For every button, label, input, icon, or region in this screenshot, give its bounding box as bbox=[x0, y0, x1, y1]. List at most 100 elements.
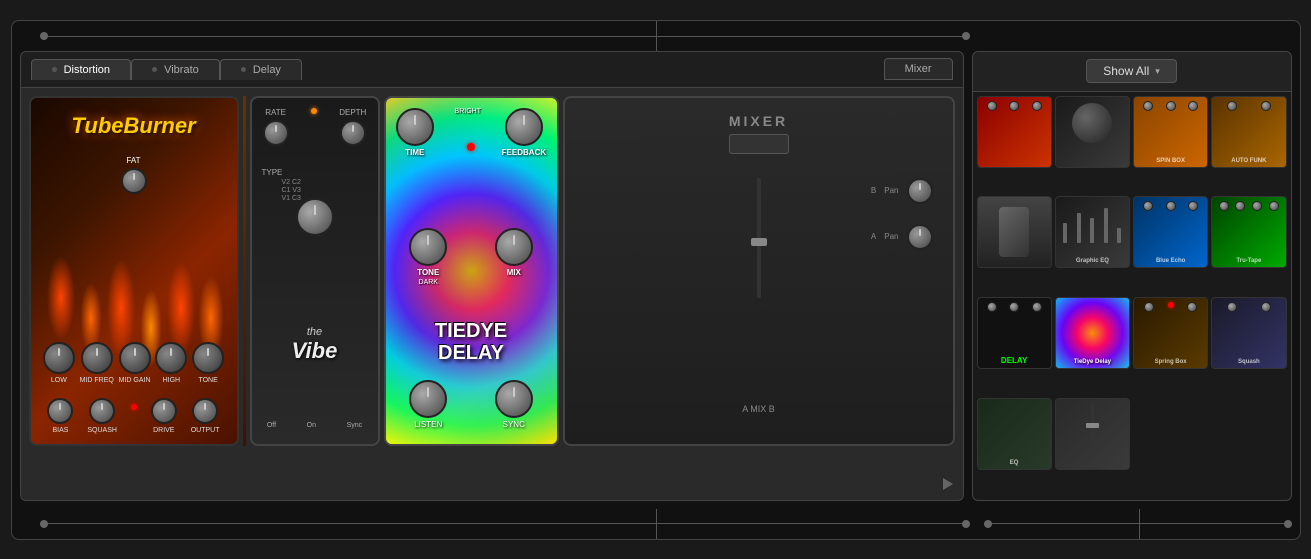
mini-pedals-grid: SPIN BOX AUTO FUNK bbox=[973, 92, 1291, 500]
mini-pedal-autofunk[interactable]: AUTO FUNK bbox=[1211, 96, 1286, 168]
mini-knobs-spinbox bbox=[1134, 97, 1207, 115]
knob-low[interactable] bbox=[43, 342, 75, 374]
mini-pedal-eq2[interactable]: EQ bbox=[977, 398, 1052, 470]
knob-midfreq[interactable] bbox=[81, 342, 113, 374]
mini-pedal-tiedye[interactable]: TieDye Delay bbox=[1055, 297, 1130, 369]
mini-label-spinbox: SPIN BOX bbox=[1134, 158, 1207, 164]
mini-pedal-delay[interactable]: DELAY bbox=[977, 297, 1052, 369]
knob-pan-a[interactable] bbox=[907, 224, 933, 250]
delay-listen-col: LISTEN bbox=[409, 380, 447, 429]
tab-dot-distortion bbox=[52, 67, 57, 72]
connector-dot-bottom-right bbox=[962, 520, 970, 528]
knob-tone-tb[interactable] bbox=[192, 342, 224, 374]
pedalboard: Distortion Vibrato Delay Mixer bbox=[20, 51, 964, 501]
mini-label-tiedye: TieDye Delay bbox=[1056, 359, 1129, 365]
mini-knobs-autofunk bbox=[1212, 97, 1285, 115]
knob-time[interactable] bbox=[396, 108, 434, 146]
mini-pedal-tubeburner[interactable] bbox=[977, 96, 1052, 168]
mixer-slider-area bbox=[757, 178, 761, 298]
knob-type[interactable] bbox=[296, 198, 334, 236]
mini-pedal-blueecho[interactable]: Blue Echo bbox=[1133, 196, 1208, 268]
tiedye-title: TieDyeDelay bbox=[386, 320, 557, 364]
mini-pedal-wah[interactable] bbox=[977, 196, 1052, 268]
tab-distortion[interactable]: Distortion bbox=[31, 59, 132, 80]
label-channel-b: B bbox=[871, 186, 876, 195]
connector-vertical-top bbox=[656, 21, 657, 51]
mini-pedal-squash[interactable]: Squash bbox=[1211, 297, 1286, 369]
mini-knobs-blueecho bbox=[1134, 197, 1207, 215]
mini-knob-d2 bbox=[1009, 302, 1019, 312]
mini-knob-be3 bbox=[1188, 201, 1198, 211]
tubeburner-title: TubeBurner bbox=[31, 113, 237, 139]
connector-line-bottom-left bbox=[42, 523, 970, 524]
mini-wah-rocker bbox=[999, 207, 1029, 257]
mini-label-blueecho: Blue Echo bbox=[1134, 258, 1207, 264]
knob-high[interactable] bbox=[155, 342, 187, 374]
mini-knob-d3 bbox=[1032, 302, 1042, 312]
knob-rate[interactable] bbox=[263, 120, 289, 146]
vibe-footer: Off On Sync bbox=[252, 422, 378, 429]
eq-bar-5 bbox=[1117, 228, 1121, 243]
knob-drive[interactable] bbox=[151, 398, 177, 424]
knob-midgain[interactable] bbox=[119, 342, 151, 374]
mini-label-delay: DELAY bbox=[978, 356, 1051, 365]
mini-knob-sb3 bbox=[1188, 101, 1198, 111]
mini-knob-af2 bbox=[1261, 101, 1271, 111]
knob-pan-b[interactable] bbox=[907, 178, 933, 204]
tab-vibrato[interactable]: Vibrato bbox=[131, 59, 220, 80]
delay-middle-knobs: TONE DARK MIX bbox=[386, 228, 557, 286]
mini-knob-2 bbox=[1009, 101, 1019, 111]
knob-squash[interactable] bbox=[89, 398, 115, 424]
pedal-mixer: MIXER B Pan A Pan bbox=[563, 96, 955, 446]
mini-label-squash: Squash bbox=[1212, 359, 1285, 365]
knob-mix[interactable] bbox=[495, 228, 533, 266]
show-all-label: Show All bbox=[1103, 64, 1149, 78]
type-section: TYPE V2 C2 C1 V3 V1 C3 bbox=[262, 168, 368, 202]
knob-col-midgain: MID GAIN bbox=[119, 342, 151, 384]
label-high: HIGH bbox=[163, 377, 181, 384]
label-channel-a: A bbox=[871, 232, 876, 241]
knob-tone-delay[interactable] bbox=[409, 228, 447, 266]
pedals-area: TubeBurner FAT LOW MID FREQ bbox=[21, 88, 963, 500]
mixer-icon bbox=[729, 134, 789, 154]
label-bright: BRIGHT bbox=[455, 108, 481, 115]
fat-knob[interactable] bbox=[121, 168, 147, 199]
mini-pedal-rotary[interactable] bbox=[1055, 96, 1130, 168]
mini-pedal-graphiceq[interactable]: Graphic EQ bbox=[1055, 196, 1130, 268]
eq-bar-4 bbox=[1104, 208, 1108, 243]
delay-time-col: TIME bbox=[396, 108, 434, 157]
label-bias: BIAS bbox=[52, 427, 68, 434]
label-midgain: MID GAIN bbox=[119, 377, 151, 384]
tab-mixer[interactable]: Mixer bbox=[884, 58, 953, 80]
right-panel: Show All ▾ bbox=[972, 51, 1292, 501]
show-all-button[interactable]: Show All ▾ bbox=[1086, 59, 1177, 83]
knob-listen[interactable] bbox=[409, 380, 447, 418]
tab-delay[interactable]: Delay bbox=[220, 59, 302, 80]
label-mix: MIX bbox=[507, 268, 521, 277]
channel-b: B Pan bbox=[871, 178, 933, 204]
mini-pedal-fader[interactable] bbox=[1055, 398, 1130, 470]
mini-pedal-springbox[interactable]: Spring Box bbox=[1133, 297, 1208, 369]
led-vibe bbox=[311, 108, 317, 114]
knob-sync[interactable] bbox=[495, 380, 533, 418]
tubeburner-footer-knobs: BIAS SQUASH DRIVE OUTP bbox=[31, 398, 237, 434]
vibe-on-label: On bbox=[307, 422, 316, 429]
delay-feedback-col: FEEDBACK bbox=[502, 108, 546, 157]
mini-label-eq2: EQ bbox=[978, 460, 1051, 466]
vibe-text: Vibe bbox=[252, 338, 378, 364]
knob-depth[interactable] bbox=[340, 120, 366, 146]
mini-pedal-trutape[interactable]: Tru-Tape bbox=[1211, 196, 1286, 268]
play-button[interactable] bbox=[943, 478, 953, 490]
mini-knob-d1 bbox=[987, 302, 997, 312]
mixer-fader-track bbox=[757, 178, 761, 298]
knob-output[interactable] bbox=[192, 398, 218, 424]
mini-knob-tt4 bbox=[1269, 201, 1279, 211]
knob-col-output: OUTPUT bbox=[191, 398, 220, 434]
knob-bias[interactable] bbox=[47, 398, 73, 424]
mini-pedal-spinbox[interactable]: SPIN BOX bbox=[1133, 96, 1208, 168]
knob-feedback[interactable] bbox=[505, 108, 543, 146]
knob-col-midfreq: MID FREQ bbox=[80, 342, 114, 384]
mixer-fader-handle[interactable] bbox=[751, 238, 767, 246]
mini-knob-sq2 bbox=[1261, 302, 1271, 312]
mini-fader-track bbox=[1091, 403, 1094, 448]
